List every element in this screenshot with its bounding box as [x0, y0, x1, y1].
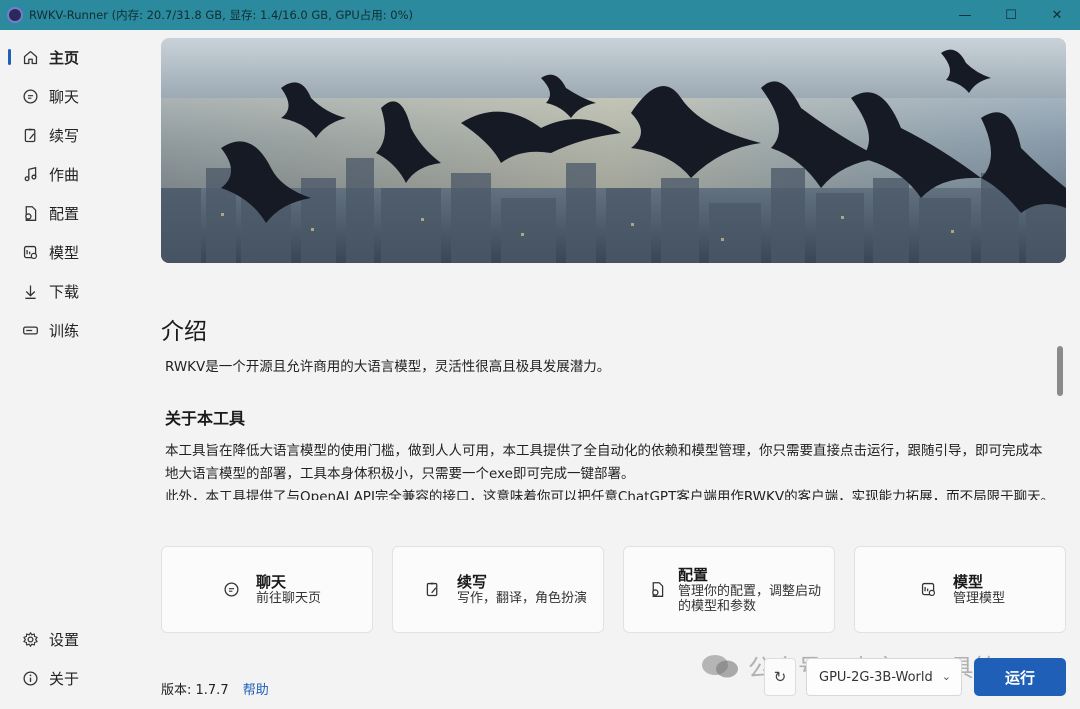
title-bar: RWKV-Runner (内存: 20.7/31.8 GB, 显存: 1.4/1… [0, 0, 1080, 30]
close-button[interactable]: ✕ [1034, 0, 1080, 30]
model-icon [917, 579, 939, 601]
chevron-down-icon: ⌄ [941, 670, 951, 683]
write-icon [421, 579, 443, 601]
sidebar-item-label: 下载 [49, 282, 80, 301]
sidebar-item-config[interactable]: 配置 [8, 196, 138, 230]
main-content: 介绍 RWKV是一个开源且允许商用的大语言模型，灵活性很高且极具发展潜力。 关于… [148, 30, 1080, 709]
sidebar-item-label: 设置 [49, 630, 80, 649]
sidebar-item-label: 训练 [49, 321, 80, 340]
write-icon [20, 125, 40, 145]
config-icon [20, 203, 40, 223]
refresh-button[interactable]: ↻ [764, 658, 796, 696]
sidebar-item-label: 作曲 [49, 165, 80, 184]
sidebar-item-download[interactable]: 下载 [8, 274, 138, 308]
model-select[interactable]: GPU-2G-3B-World ⌄ [806, 658, 962, 696]
sidebar-item-label: 关于 [49, 669, 80, 688]
sidebar-item-chat[interactable]: 聊天 [8, 79, 138, 113]
sidebar-item-label: 模型 [49, 243, 80, 262]
about-paragraph-1: 本工具旨在降低大语言模型的使用门槛，做到人人可用，本工具提供了全自动化的依赖和模… [165, 443, 1043, 482]
home-icon [20, 47, 40, 67]
sidebar-item-write[interactable]: 续写 [8, 118, 138, 152]
sidebar-item-train[interactable]: 训练 [8, 313, 138, 347]
train-icon [20, 320, 40, 340]
card-title: 配置 [678, 565, 709, 584]
refresh-icon: ↻ [773, 668, 787, 686]
sidebar-item-music[interactable]: 作曲 [8, 157, 138, 191]
gear-icon [20, 629, 40, 649]
model-icon [20, 242, 40, 262]
config-icon [646, 579, 668, 601]
help-link[interactable]: 帮助 [243, 683, 269, 698]
sidebar-item-label: 主页 [49, 48, 80, 67]
info-icon [20, 668, 40, 688]
card-description: 前往聊天页 [256, 591, 322, 606]
about-text: 本工具旨在降低大语言模型的使用门槛，做到人人可用，本工具提供了全自动化的依赖和模… [165, 440, 1055, 500]
chat-icon [20, 86, 40, 106]
window-title: RWKV-Runner (内存: 20.7/31.8 GB, 显存: 1.4/1… [29, 8, 414, 22]
card-description: 管理模型 [953, 591, 1006, 606]
app-logo-icon [7, 7, 23, 23]
download-icon [20, 281, 40, 301]
about-heading: 关于本工具 [165, 409, 246, 428]
window-controls: — ☐ ✕ [942, 0, 1080, 30]
sidebar-item-settings[interactable]: 设置 [8, 622, 138, 656]
card-description: 管理你的配置，调整启动的模型和参数 [678, 583, 822, 614]
card-write[interactable]: 续写 写作，翻译，角色扮演 [392, 546, 604, 633]
music-icon [20, 164, 40, 184]
sidebar-item-about[interactable]: 关于 [8, 661, 138, 695]
card-description: 写作，翻译，角色扮演 [457, 591, 588, 606]
chat-icon [220, 579, 242, 601]
sidebar: 主页 聊天 续写 作曲 配置 模型 下载 训练 设置 关于 [0, 30, 148, 709]
model-select-value: GPU-2G-3B-World [819, 669, 933, 685]
sidebar-item-label: 聊天 [49, 87, 80, 106]
maximize-button[interactable]: ☐ [988, 0, 1034, 30]
sidebar-item-model[interactable]: 模型 [8, 235, 138, 269]
card-title: 续写 [457, 573, 488, 591]
sidebar-item-home[interactable]: 主页 [8, 40, 138, 74]
wechat-logo-icon [702, 654, 738, 677]
content-scrollbar[interactable] [1057, 346, 1063, 396]
card-chat[interactable]: 聊天 前往聊天页 [161, 546, 373, 633]
version-label: 版本: 1.7.7 [161, 683, 229, 698]
hero-banner-image [161, 38, 1066, 263]
about-paragraph-2: 此外，本工具提供了与OpenAI API完全兼容的接口，这意味着你可以把任意Ch… [165, 489, 1055, 500]
card-model[interactable]: 模型 管理模型 [854, 546, 1066, 633]
card-config[interactable]: 配置 管理你的配置，调整启动的模型和参数 [623, 546, 835, 633]
intro-text: RWKV是一个开源且允许商用的大语言模型，灵活性很高且极具发展潜力。 [165, 359, 611, 375]
run-button[interactable]: 运行 [974, 658, 1066, 696]
card-title: 聊天 [256, 573, 287, 591]
sidebar-item-label: 续写 [49, 126, 80, 145]
minimize-button[interactable]: — [942, 0, 988, 30]
intro-heading: 介绍 [161, 319, 207, 345]
intro-section: 介绍 RWKV是一个开源且允许商用的大语言模型，灵活性很高且极具发展潜力。 关于… [148, 300, 1063, 500]
version-info: 版本: 1.7.7 帮助 [161, 679, 269, 698]
card-title: 模型 [953, 573, 984, 591]
sidebar-item-label: 配置 [49, 204, 80, 223]
